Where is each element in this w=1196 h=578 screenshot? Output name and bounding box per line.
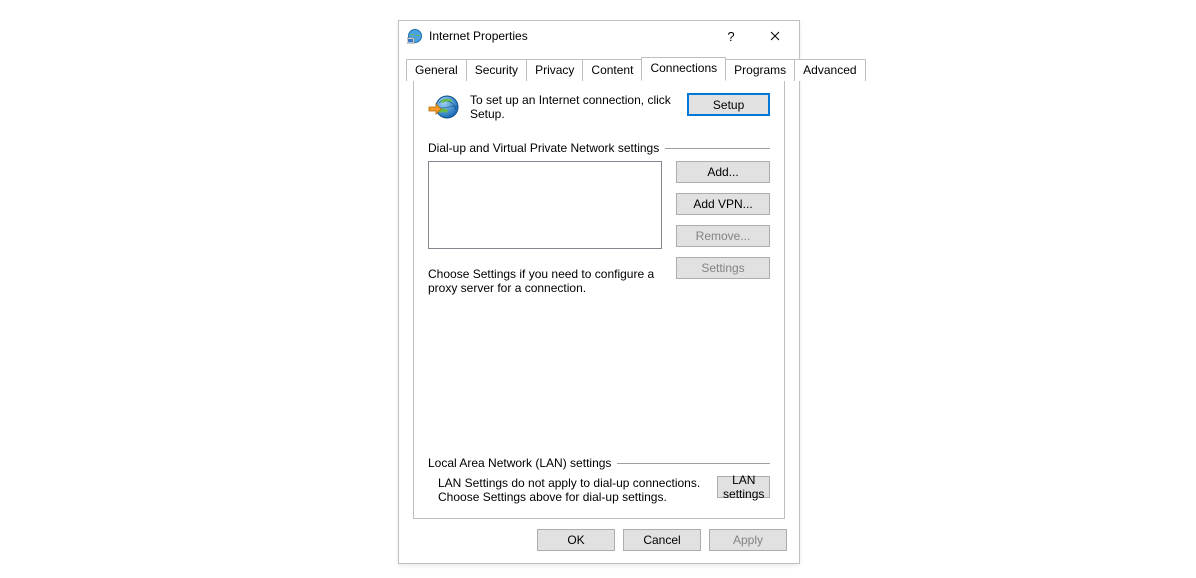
dialog-action-bar: OK Cancel Apply (399, 519, 799, 563)
apply-button: Apply (709, 529, 787, 551)
cancel-button[interactable]: Cancel (623, 529, 701, 551)
add-button[interactable]: Add... (676, 161, 770, 183)
remove-button: Remove... (676, 225, 770, 247)
tab-programs[interactable]: Programs (725, 59, 795, 81)
dialup-settings-row: Choose Settings if you need to configure… (428, 259, 770, 295)
tab-area: General Security Privacy Content Connect… (399, 51, 799, 519)
lan-description: LAN Settings do not apply to dial-up con… (428, 476, 717, 504)
tab-advanced[interactable]: Advanced (794, 59, 865, 81)
dialup-side-buttons: Add... Add VPN... Remove... (676, 161, 770, 249)
setup-row: To set up an Internet connection, click … (428, 93, 770, 125)
internet-options-icon (407, 28, 423, 44)
tab-privacy[interactable]: Privacy (526, 59, 583, 81)
internet-properties-dialog: Internet Properties ? General Security P… (398, 20, 800, 564)
ok-button[interactable]: OK (537, 529, 615, 551)
add-vpn-button[interactable]: Add VPN... (676, 193, 770, 215)
window-title: Internet Properties (429, 29, 709, 43)
titlebar: Internet Properties ? (399, 21, 799, 51)
connections-tabpage: To set up an Internet connection, click … (413, 79, 785, 519)
lan-settings-button[interactable]: LAN settings (717, 476, 770, 498)
tab-security[interactable]: Security (466, 59, 527, 81)
tab-connections[interactable]: Connections (641, 57, 726, 81)
dialup-group-title: Dial-up and Virtual Private Network sett… (428, 141, 770, 155)
dialup-row: Add... Add VPN... Remove... (428, 161, 770, 249)
help-button[interactable]: ? (709, 22, 753, 50)
close-icon (770, 29, 780, 44)
close-button[interactable] (753, 22, 797, 50)
globe-arrow-icon (428, 93, 460, 125)
tab-content[interactable]: Content (582, 59, 642, 81)
tabstrip: General Security Privacy Content Connect… (406, 57, 792, 80)
lan-group-title: Local Area Network (LAN) settings (428, 456, 770, 470)
help-icon: ? (727, 29, 734, 44)
dialup-connections-list[interactable] (428, 161, 662, 249)
dialup-settings-description: Choose Settings if you need to configure… (428, 267, 668, 295)
dialup-settings-button: Settings (676, 257, 770, 279)
setup-description: To set up an Internet connection, click … (470, 93, 687, 125)
tab-general[interactable]: General (406, 59, 467, 81)
lan-row: LAN Settings do not apply to dial-up con… (428, 476, 770, 504)
setup-button[interactable]: Setup (687, 93, 770, 116)
